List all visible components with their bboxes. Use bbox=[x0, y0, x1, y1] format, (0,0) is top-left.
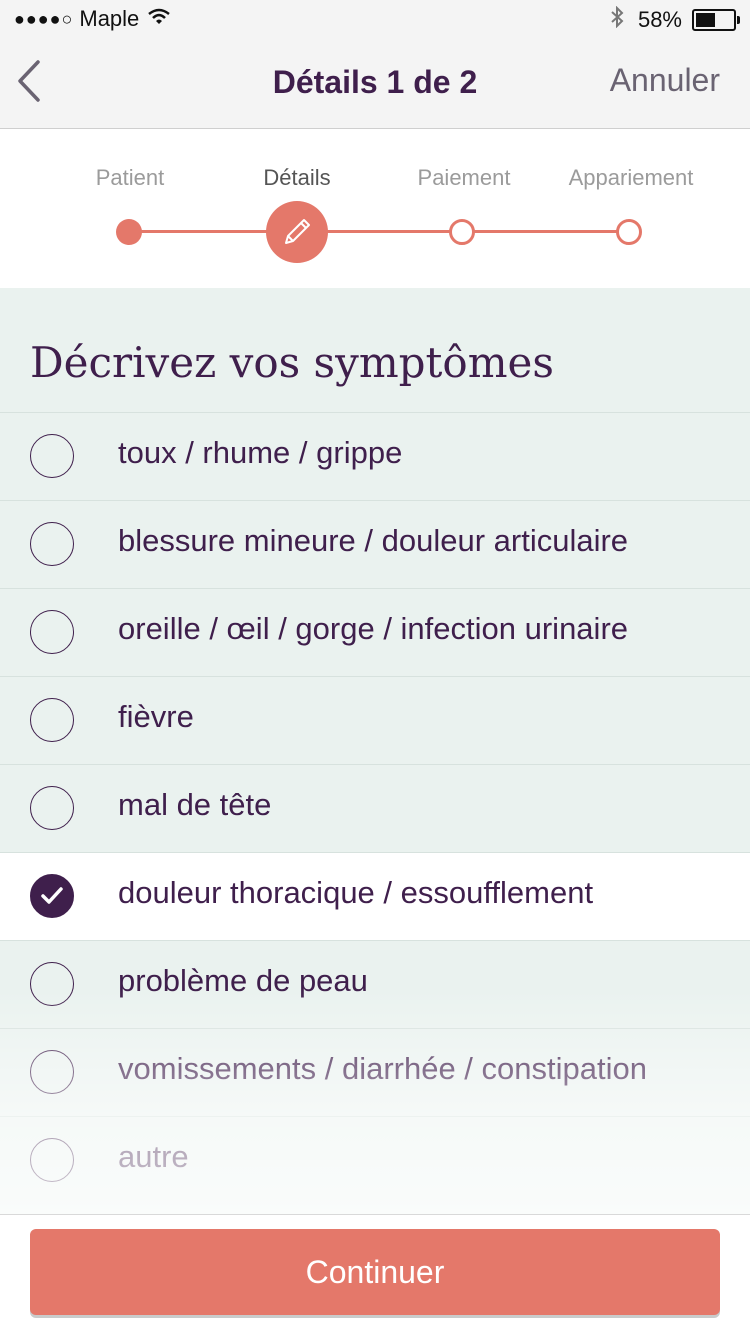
radio-button[interactable] bbox=[30, 1138, 74, 1182]
battery-percentage: 58% bbox=[637, 7, 682, 32]
step-payment-dot bbox=[449, 219, 475, 245]
symptom-label: vomissements / diarrhée / constipation bbox=[118, 1051, 647, 1086]
radio-button[interactable] bbox=[30, 1050, 74, 1094]
symptom-option-vomiting[interactable]: vomissements / diarrhée / constipation bbox=[0, 1028, 750, 1116]
step-matching-dot bbox=[616, 219, 642, 245]
radio-button[interactable] bbox=[30, 962, 74, 1006]
symptom-option-minor-injury[interactable]: blessure mineure / douleur articulaire bbox=[0, 500, 750, 588]
symptom-option-headache[interactable]: mal de tête bbox=[0, 764, 750, 852]
step-label-matching: Appariement bbox=[568, 165, 694, 190]
step-label-details: Détails bbox=[263, 165, 331, 190]
step-label-patient: Patient bbox=[95, 165, 165, 190]
progress-stepper: Patient Détails Paiement Appariement bbox=[0, 129, 750, 287]
wifi-icon bbox=[147, 6, 171, 32]
step-details-active bbox=[266, 201, 328, 263]
bluetooth-icon bbox=[610, 5, 624, 34]
symptom-list: toux / rhume / grippe blessure mineure /… bbox=[0, 412, 750, 1204]
step-patient-completed-dot bbox=[116, 219, 142, 245]
pencil-icon bbox=[285, 219, 310, 244]
navigation-bar: Détails 1 de 2 Annuler bbox=[0, 40, 750, 129]
continue-button[interactable]: Continuer bbox=[30, 1229, 720, 1315]
cancel-button[interactable]: Annuler bbox=[610, 62, 720, 99]
symptom-option-chest-pain[interactable]: douleur thoracique / essoufflement bbox=[0, 852, 750, 940]
step-label-payment: Paiement bbox=[417, 165, 511, 190]
status-right: 58% bbox=[610, 5, 740, 34]
symptom-option-ear-eye-throat-uti[interactable]: oreille / œil / gorge / infection urinai… bbox=[0, 588, 750, 676]
symptoms-section: Décrivez vos symptômes toux / rhume / gr… bbox=[0, 288, 750, 1214]
radio-button-checked[interactable] bbox=[30, 874, 74, 918]
carrier-name: Maple bbox=[79, 6, 140, 31]
checkmark-icon bbox=[41, 887, 63, 904]
radio-button[interactable] bbox=[30, 434, 74, 478]
symptom-label: toux / rhume / grippe bbox=[118, 435, 403, 470]
footer: Continuer bbox=[0, 1214, 750, 1335]
symptom-option-other[interactable]: autre bbox=[0, 1116, 750, 1204]
battery-icon bbox=[692, 9, 740, 31]
radio-button[interactable] bbox=[30, 698, 74, 742]
stepper-track bbox=[129, 230, 629, 233]
symptom-option-fever[interactable]: fièvre bbox=[0, 676, 750, 764]
symptom-label: problème de peau bbox=[118, 963, 368, 998]
symptom-label: douleur thoracique / essoufflement bbox=[118, 875, 594, 910]
signal-strength-icon: ●●●●○ bbox=[14, 8, 74, 29]
status-left: ●●●●○ Maple bbox=[14, 6, 171, 32]
symptom-label: fièvre bbox=[118, 699, 194, 734]
section-title: Décrivez vos symptômes bbox=[30, 338, 554, 387]
symptom-label: oreille / œil / gorge / infection urinai… bbox=[118, 611, 629, 646]
radio-button[interactable] bbox=[30, 610, 74, 654]
symptom-label: blessure mineure / douleur articulaire bbox=[118, 523, 629, 558]
symptom-label: mal de tête bbox=[118, 787, 272, 822]
symptom-option-cough-cold-flu[interactable]: toux / rhume / grippe bbox=[0, 412, 750, 500]
symptom-option-skin-problem[interactable]: problème de peau bbox=[0, 940, 750, 1028]
status-bar: ●●●●○ Maple 58% bbox=[0, 0, 750, 40]
radio-button[interactable] bbox=[30, 522, 74, 566]
radio-button[interactable] bbox=[30, 786, 74, 830]
battery-level bbox=[696, 13, 715, 27]
symptom-label: autre bbox=[118, 1139, 189, 1174]
